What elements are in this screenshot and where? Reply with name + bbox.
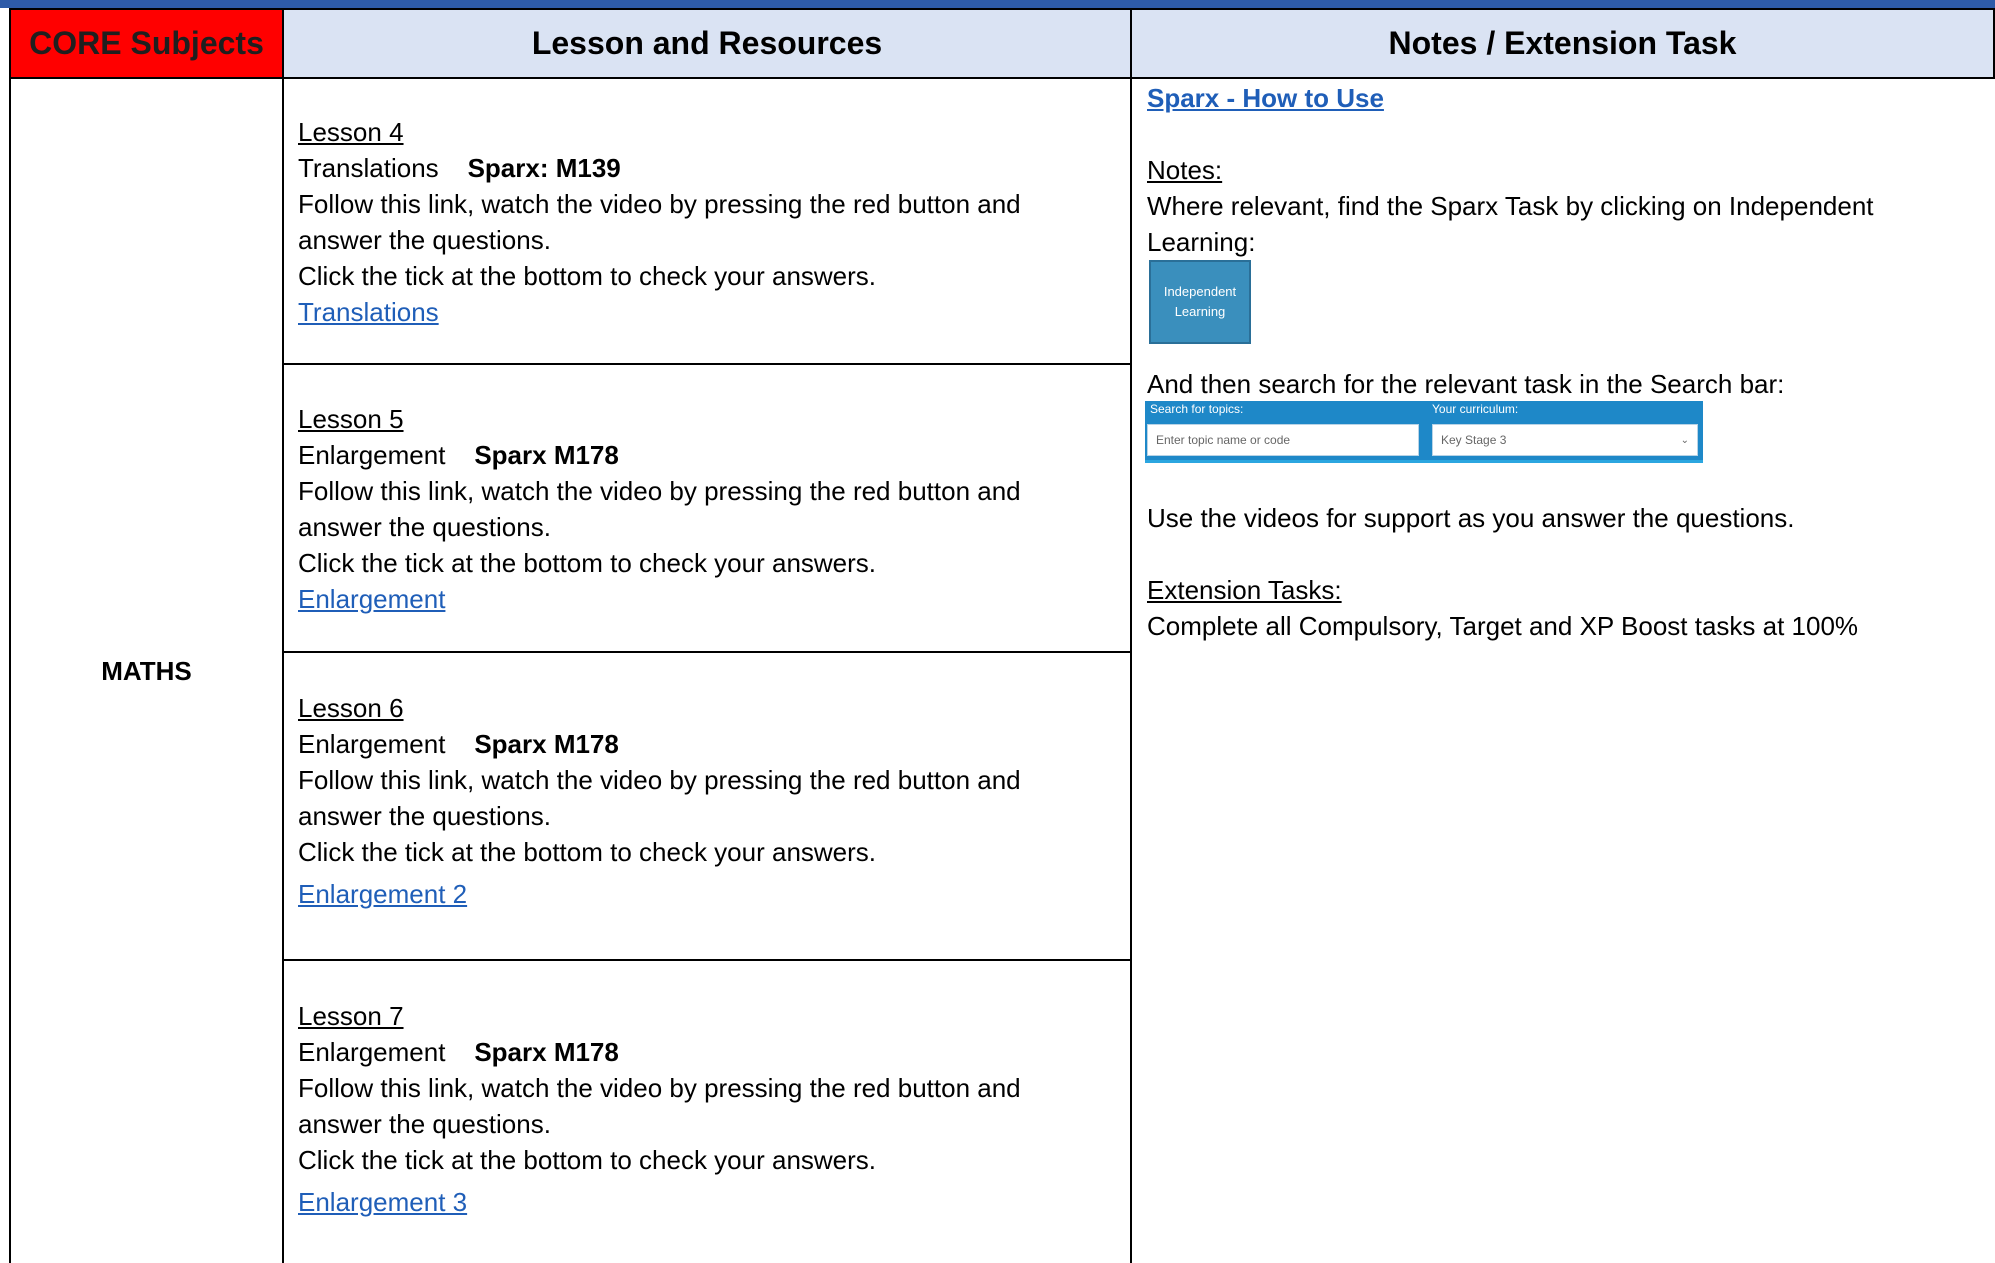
lesson-instruction: Follow this link, watch the video by pre… bbox=[298, 1073, 1021, 1103]
independent-learning-button: Independent Learning bbox=[1149, 260, 1251, 344]
lesson-link[interactable]: Enlargement 3 bbox=[298, 1187, 467, 1217]
lesson-divider bbox=[282, 959, 1132, 961]
lesson-instruction: Follow this link, watch the video by pre… bbox=[298, 189, 1021, 219]
curriculum-value: Key Stage 3 bbox=[1441, 433, 1507, 447]
sparx-code: Sparx M178 bbox=[474, 1037, 619, 1067]
sparx-code: Sparx M178 bbox=[474, 729, 619, 759]
lesson-topic: Enlargement bbox=[298, 729, 446, 759]
notes-heading: Notes: bbox=[1147, 155, 1223, 185]
independent-learning-label: Learning bbox=[1174, 304, 1226, 319]
sparx-how-to-use-link[interactable]: Sparx - How to Use bbox=[1147, 83, 1384, 113]
lesson-topic-row: Translations Sparx: M139 bbox=[298, 150, 1021, 186]
lesson-instruction: answer the questions. bbox=[298, 225, 551, 255]
lesson-instruction: answer the questions. bbox=[298, 1109, 551, 1139]
header-core-subjects: CORE Subjects bbox=[9, 8, 284, 79]
independent-learning-label: Independent bbox=[1163, 284, 1237, 299]
lesson-topic-row: Enlargement Sparx M178 bbox=[298, 1034, 1021, 1070]
lesson-topic: Enlargement bbox=[298, 1037, 446, 1067]
lesson-block: Lesson 7 Enlargement Sparx M178 Follow t… bbox=[298, 998, 1021, 1220]
lesson-topic-row: Enlargement Sparx M178 bbox=[298, 726, 1021, 762]
lesson-instruction: answer the questions. bbox=[298, 801, 551, 831]
lesson-instruction: Follow this link, watch the video by pre… bbox=[298, 476, 1021, 506]
curriculum-label: Your curriculum: bbox=[1432, 402, 1519, 416]
lesson-instruction: Click the tick at the bottom to check yo… bbox=[298, 837, 877, 867]
notes-divider bbox=[1130, 79, 1132, 1263]
lesson-title: Lesson 4 bbox=[298, 117, 404, 147]
lesson-instruction: answer the questions. bbox=[298, 512, 551, 542]
search-topics-label: Search for topics: bbox=[1150, 402, 1244, 416]
lesson-link[interactable]: Enlargement bbox=[298, 584, 445, 614]
extension-text: Complete all Compulsory, Target and XP B… bbox=[1147, 611, 1859, 641]
notes-text: Where relevant, find the Sparx Task by c… bbox=[1147, 191, 1874, 221]
search-instruction: And then search for the relevant task in… bbox=[1147, 369, 1785, 399]
lesson-link[interactable]: Translations bbox=[298, 297, 439, 327]
search-input: Enter topic name or code bbox=[1147, 424, 1419, 456]
lesson-title: Lesson 7 bbox=[298, 1001, 404, 1031]
lesson-block: Lesson 6 Enlargement Sparx M178 Follow t… bbox=[298, 690, 1021, 912]
lesson-block: Lesson 4 Translations Sparx: M139 Follow… bbox=[298, 114, 1021, 330]
lesson-divider bbox=[282, 363, 1132, 365]
notes-lower: Use the videos for support as you answer… bbox=[1147, 500, 1977, 644]
lesson-link[interactable]: Enlargement 2 bbox=[298, 879, 467, 909]
header-notes-extension: Notes / Extension Task bbox=[1130, 8, 1995, 79]
extension-heading: Extension Tasks: bbox=[1147, 575, 1342, 605]
chevron-down-icon: ⌄ bbox=[1680, 434, 1689, 446]
top-accent-bar bbox=[0, 0, 1995, 8]
subject-maths: MATHS bbox=[101, 655, 192, 686]
notes-column: Sparx - How to Use Notes: Where relevant… bbox=[1147, 80, 1977, 260]
lesson-instruction: Click the tick at the bottom to check yo… bbox=[298, 261, 877, 291]
lesson-topic: Enlargement bbox=[298, 440, 446, 470]
notes-text: Learning: bbox=[1147, 227, 1256, 257]
lesson-topic-row: Enlargement Sparx M178 bbox=[298, 437, 1021, 473]
lesson-instruction: Click the tick at the bottom to check yo… bbox=[298, 1145, 877, 1175]
lesson-instruction: Follow this link, watch the video by pre… bbox=[298, 765, 1021, 795]
lesson-divider bbox=[282, 651, 1132, 653]
lesson-instruction: Click the tick at the bottom to check yo… bbox=[298, 548, 877, 578]
videos-text: Use the videos for support as you answer… bbox=[1147, 503, 1795, 533]
lesson-title: Lesson 6 bbox=[298, 693, 404, 723]
sparx-code: Sparx M178 bbox=[474, 440, 619, 470]
header-lesson-resources: Lesson and Resources bbox=[282, 8, 1132, 79]
lesson-block: Lesson 5 Enlargement Sparx M178 Follow t… bbox=[298, 401, 1021, 617]
sparx-code: Sparx: M139 bbox=[467, 153, 621, 183]
curriculum-select: Key Stage 3 ⌄ bbox=[1432, 424, 1698, 456]
lesson-topic: Translations bbox=[298, 153, 439, 183]
search-bar-image: Search for topics: Your curriculum: Ente… bbox=[1145, 401, 1703, 463]
lesson-title: Lesson 5 bbox=[298, 404, 404, 434]
